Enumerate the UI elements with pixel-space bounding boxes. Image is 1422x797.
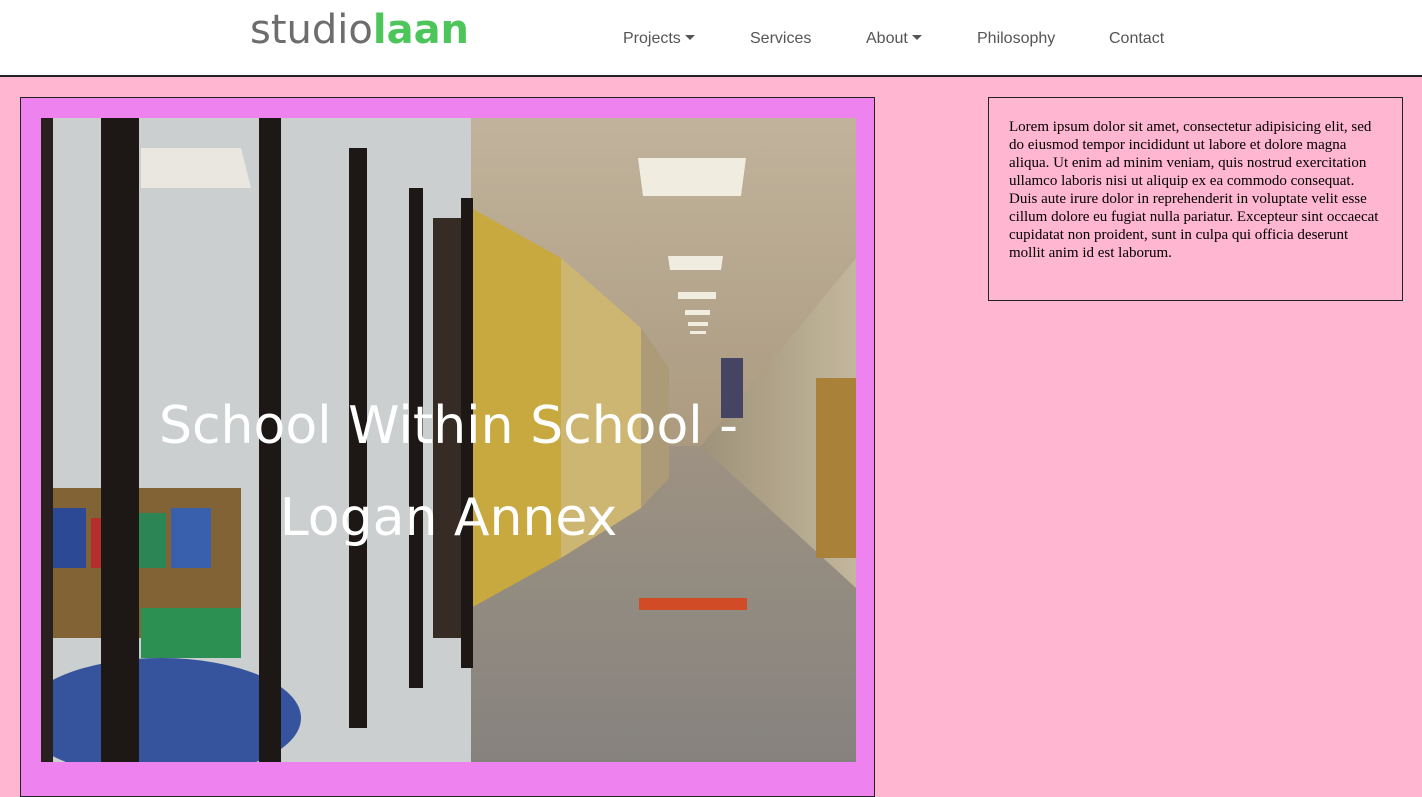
nav-item-about[interactable]: About	[866, 28, 922, 50]
site-header: studiolaan Projects Services About Philo…	[0, 0, 1422, 77]
project-card[interactable]: School Within School - Logan Annex	[20, 97, 875, 797]
nav-item-contact[interactable]: Contact	[1109, 28, 1164, 50]
project-title-line1: School Within School -	[158, 396, 739, 456]
nav-item-about-label: About	[866, 30, 908, 47]
project-title-line2: Logan Annex	[279, 488, 618, 548]
nav-item-services[interactable]: Services	[750, 28, 811, 50]
project-title: School Within School - Logan Annex	[41, 380, 856, 564]
nav-item-services-label: Services	[750, 30, 812, 47]
main-nav: Projects Services About Philosophy Conta…	[0, 28, 1422, 52]
caret-down-icon	[911, 35, 922, 41]
nav-item-contact-label: Contact	[1109, 30, 1165, 47]
caret-down-icon	[684, 35, 695, 41]
nav-item-philosophy-label: Philosophy	[977, 30, 1056, 47]
nav-item-projects-label: Projects	[623, 30, 681, 47]
project-description-text: Lorem ipsum dolor sit amet, consectetur …	[1009, 119, 1379, 261]
nav-item-philosophy[interactable]: Philosophy	[977, 28, 1055, 50]
nav-item-projects[interactable]: Projects	[623, 28, 695, 50]
project-photo[interactable]: School Within School - Logan Annex	[41, 118, 856, 762]
project-description-box: Lorem ipsum dolor sit amet, consectetur …	[988, 97, 1403, 301]
